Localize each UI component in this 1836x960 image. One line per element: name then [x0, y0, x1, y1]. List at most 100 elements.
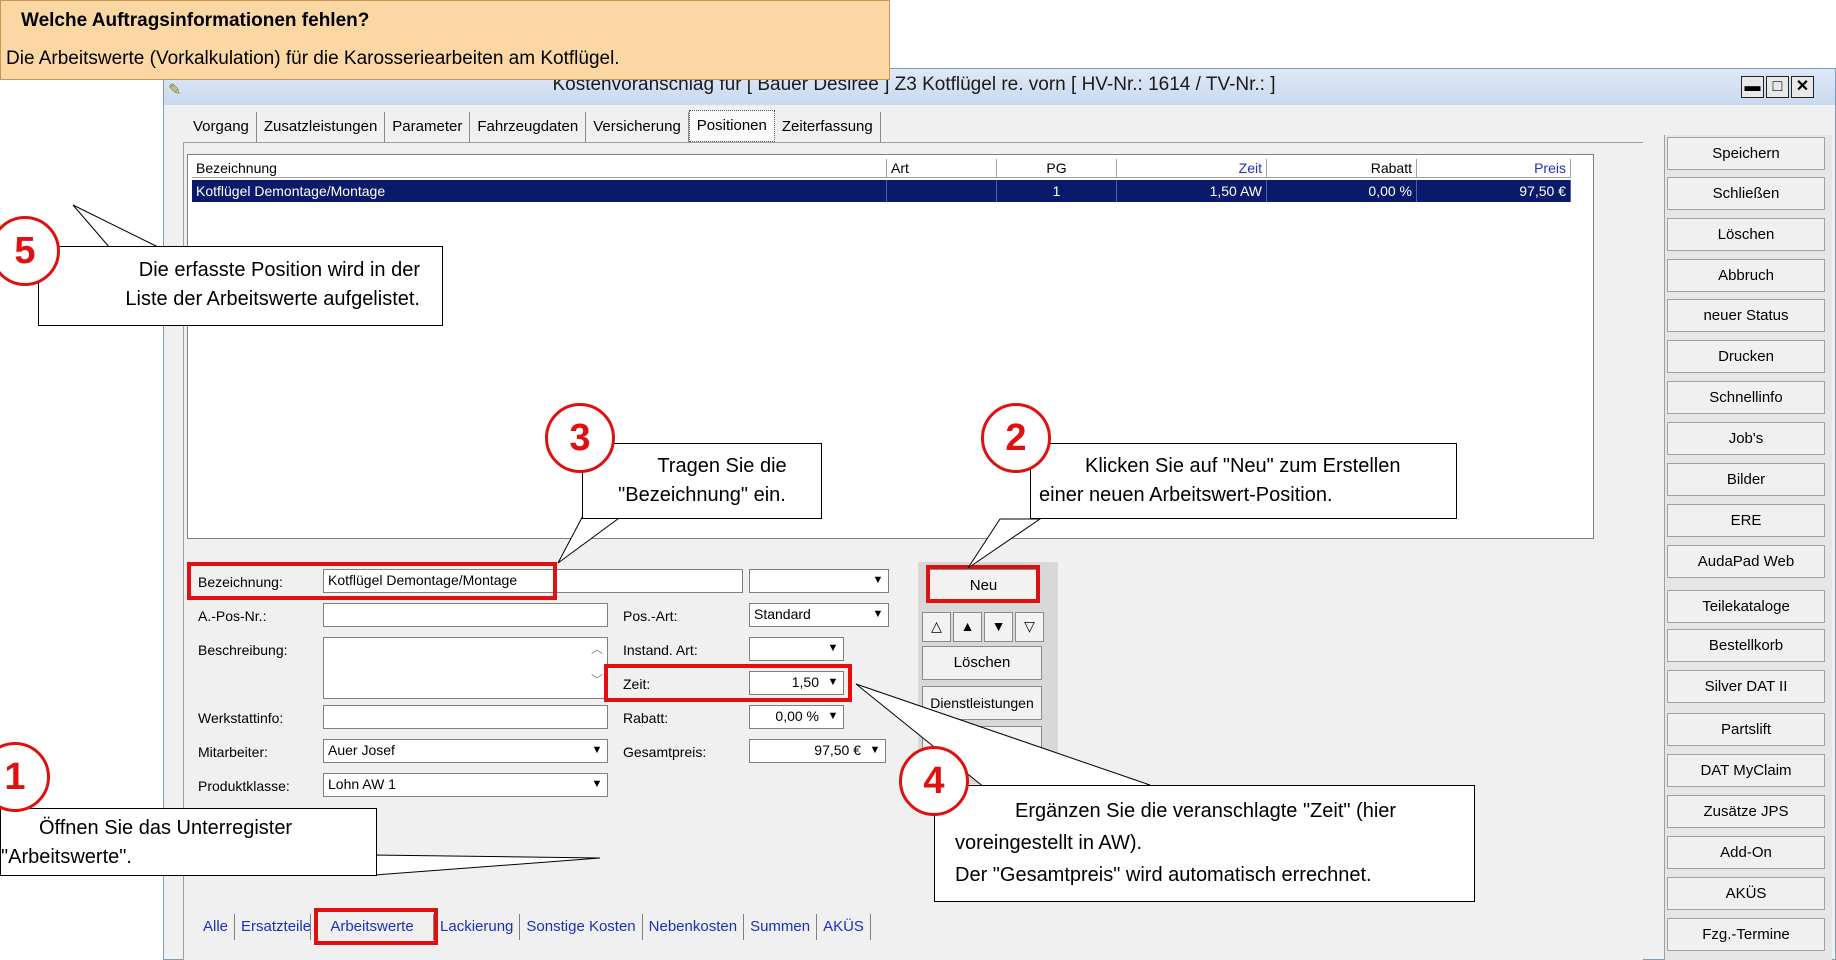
gesamtpreis-input[interactable]: 97,50 € ▼ [749, 739, 886, 763]
posart-label: Pos.-Art: [623, 608, 678, 624]
chevron-down-icon[interactable]: ▼ [824, 639, 842, 658]
abbruch-button[interactable]: Abbruch [1667, 259, 1825, 292]
audapad-web-button[interactable]: AudaPad Web [1667, 545, 1825, 578]
callout-4-line2: voreingestellt in AW). [955, 832, 1143, 854]
move-up-icon[interactable]: ▲ [953, 612, 982, 642]
akues-button[interactable]: AKÜS [1667, 877, 1825, 910]
tab-sonstige-kosten[interactable]: Sonstige Kosten [520, 914, 643, 940]
col-rabatt[interactable]: Rabatt [1267, 159, 1417, 178]
loeschen-form-button[interactable]: Löschen [922, 646, 1042, 680]
bilder-button[interactable]: Bilder [1667, 463, 1825, 496]
col-art[interactable]: Art [887, 159, 997, 178]
teilekataloge-button[interactable]: Teilekataloge [1667, 590, 1825, 623]
dienstleistungen-button[interactable]: Dienstleistungen [922, 686, 1042, 720]
tab-zusatzleistungen[interactable]: Zusatzleistungen [257, 112, 386, 142]
col-bezeichnung[interactable]: Bezeichnung [192, 159, 887, 178]
tab-zeiterfassung[interactable]: Zeiterfassung [775, 112, 881, 142]
callout-3: Tragen Sie die "Bezeichnung" ein. [582, 443, 822, 519]
produktklasse-label: Produktklasse: [198, 778, 290, 794]
list-header: Bezeichnung Art PG Zeit Rabatt Preis [192, 159, 1571, 179]
tab-akues[interactable]: AKÜS [817, 914, 871, 940]
rabatt-label: Rabatt: [623, 710, 669, 726]
highlight-neu [926, 565, 1040, 603]
jobs-button[interactable]: Job's [1667, 422, 1825, 455]
rabatt-input[interactable]: 0,00 % ▼ [749, 705, 844, 729]
bestellkorb-button[interactable]: Bestellkorb [1667, 629, 1825, 662]
move-buttons: △ ▲ ▼ ▽ [922, 612, 1044, 642]
tab-lackierung[interactable]: Lackierung [434, 914, 521, 940]
chevron-down-icon[interactable]: ▼ [824, 707, 842, 726]
schnellinfo-button[interactable]: Schnellinfo [1667, 381, 1825, 414]
mitarbeiter-select[interactable]: Auer Josef ▼ [323, 739, 608, 763]
posart-select[interactable]: Standard ▼ [749, 603, 889, 627]
apos-label: A.-Pos-Nr.: [198, 608, 267, 624]
neuer-status-button[interactable]: neuer Status [1667, 299, 1825, 332]
highlight-zeit [604, 664, 852, 702]
cell-pg: 1 [997, 180, 1117, 202]
cell-art [887, 180, 997, 202]
callout-5-line2: Liste der Arbeitswerte aufgelistet. [125, 288, 420, 310]
tab-nebenkosten[interactable]: Nebenkosten [643, 914, 745, 940]
instand-select[interactable]: ▼ [749, 637, 844, 661]
col-pg[interactable]: PG [997, 159, 1117, 178]
step-4-badge: 4 [899, 746, 969, 816]
maximize-button[interactable]: □ [1766, 76, 1789, 98]
tab-versicherung[interactable]: Versicherung [586, 112, 689, 142]
callout-5: Die erfasste Position wird in der Liste … [38, 246, 443, 326]
callout-1-line1: Öffnen Sie das Unterregister [39, 817, 293, 839]
posart-value: Standard [754, 606, 811, 622]
produktklasse-select[interactable]: Lohn AW 1 ▼ [323, 773, 608, 797]
chevron-down-icon[interactable]: ▼ [588, 775, 606, 794]
tab-alle[interactable]: Alle [197, 914, 236, 940]
gesamtpreis-value: 97,50 € [814, 742, 861, 758]
speichern-button[interactable]: Speichern [1667, 137, 1825, 170]
tab-parameter[interactable]: Parameter [385, 112, 471, 142]
bezeichnung-type-select[interactable]: ▼ [749, 569, 889, 593]
tab-summen[interactable]: Summen [744, 914, 818, 940]
task-text: Die Arbeitswerte (Vorkalkulation) für di… [6, 48, 620, 69]
add-on-button[interactable]: Add-On [1667, 836, 1825, 869]
chevron-down-icon[interactable]: ▼ [866, 741, 884, 760]
step-2-badge: 2 [981, 403, 1051, 473]
tab-vorgang[interactable]: Vorgang [186, 112, 257, 142]
gesamtpreis-label: Gesamtpreis: [623, 744, 707, 760]
fzg-termine-button[interactable]: Fzg.-Termine [1667, 918, 1825, 951]
callout-1: Öffnen Sie das Unterregister "Arbeitswer… [0, 808, 377, 876]
tab-ersatzteile[interactable]: Ersatzteile [235, 914, 312, 940]
cell-zeit: 1,50 AW [1117, 180, 1267, 202]
col-zeit[interactable]: Zeit [1117, 159, 1267, 178]
minimize-button[interactable]: ▬ [1741, 76, 1764, 98]
werkstattinfo-input[interactable] [323, 705, 608, 729]
move-down-icon[interactable]: ▼ [984, 612, 1013, 642]
tab-positionen[interactable]: Positionen [688, 110, 775, 142]
chevron-down-icon[interactable]: ▼ [869, 571, 887, 590]
apos-input[interactable] [323, 603, 608, 627]
dat-myclaim-button[interactable]: DAT MyClaim [1667, 754, 1825, 787]
cell-preis: 97,50 € [1417, 180, 1571, 202]
move-top-icon[interactable]: △ [922, 612, 951, 642]
col-preis[interactable]: Preis [1417, 159, 1571, 178]
loeschen-button[interactable]: Löschen [1667, 218, 1825, 251]
schliessen-button[interactable]: Schließen [1667, 177, 1825, 210]
step-3-badge: 3 [545, 403, 615, 473]
callout-3-line1: Tragen Sie die [657, 455, 787, 477]
ere-button[interactable]: ERE [1667, 504, 1825, 537]
instand-label: Instand. Art: [623, 642, 698, 658]
drucken-button[interactable]: Drucken [1667, 340, 1825, 373]
callout-2-line2: einer neuen Arbeitswert-Position. [1039, 484, 1333, 506]
chevron-down-icon[interactable]: ▼ [588, 741, 606, 760]
chevron-down-icon[interactable]: ▼ [869, 605, 887, 624]
table-row[interactable]: Kotflügel Demontage/Montage 1 1,50 AW 0,… [192, 180, 1571, 202]
beschreibung-label: Beschreibung: [198, 642, 288, 658]
rabatt-value: 0,00 % [775, 708, 819, 724]
zusaetze-jps-button[interactable]: Zusätze JPS [1667, 795, 1825, 828]
mitarbeiter-label: Mitarbeiter: [198, 744, 269, 760]
move-bottom-icon[interactable]: ▽ [1015, 612, 1044, 642]
partslift-button[interactable]: Partslift [1667, 713, 1825, 746]
callout-4-line3: Der "Gesamtpreis" wird automatisch errec… [955, 864, 1372, 886]
beschreibung-textarea[interactable] [323, 637, 608, 699]
close-button[interactable]: ✕ [1791, 76, 1814, 98]
silver-dat-button[interactable]: Silver DAT II [1667, 670, 1825, 703]
callout-2-line1: Klicken Sie auf "Neu" zum Erstellen [1085, 455, 1401, 477]
tab-fahrzeugdaten[interactable]: Fahrzeugdaten [470, 112, 587, 142]
